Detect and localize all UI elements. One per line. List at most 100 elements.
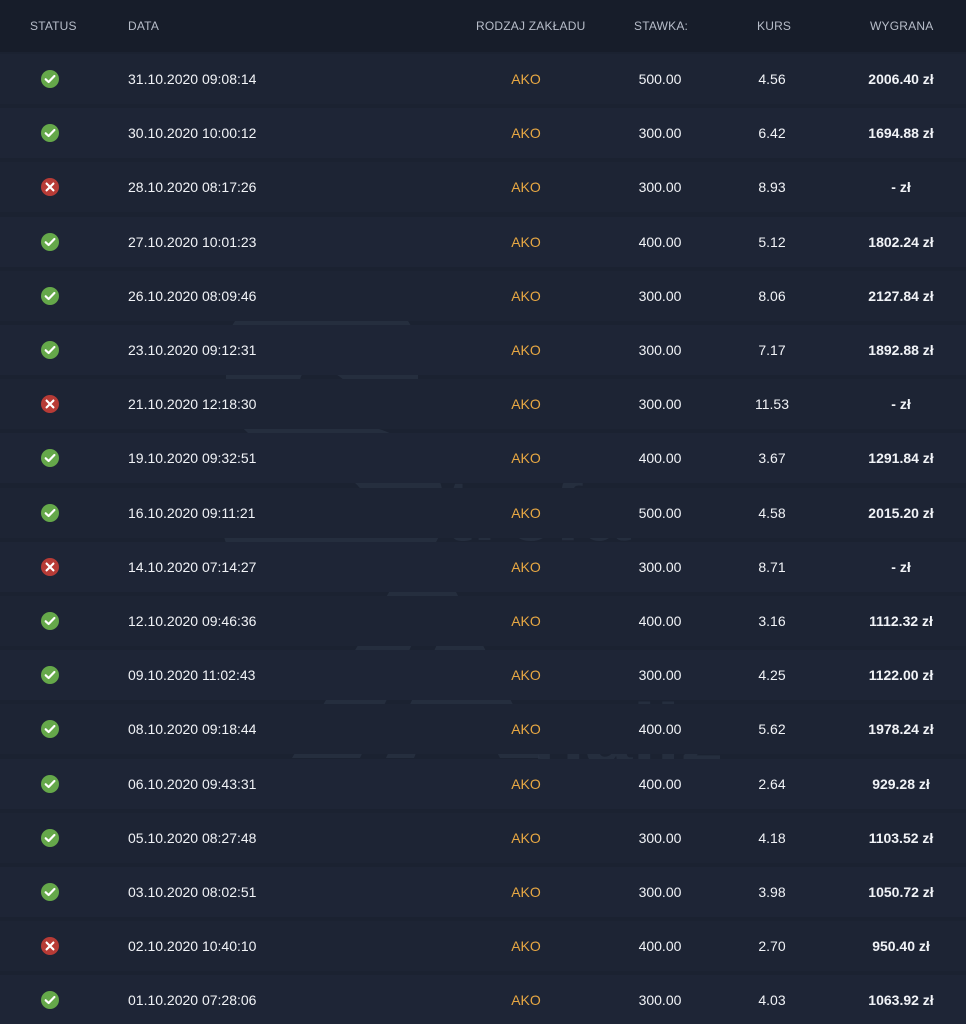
- cell-date: 02.10.2020 10:40:10: [128, 938, 257, 955]
- cell-odds: 6.42: [758, 125, 786, 142]
- check-circle-icon: [40, 232, 60, 252]
- table-row: 28.10.2020 08:17:26 AKO 300.00 8.93 - zł: [0, 162, 966, 213]
- header-stake: STAWKA:: [634, 19, 689, 33]
- cell-stake: 400.00: [638, 721, 682, 738]
- header-date: DATA: [128, 19, 160, 33]
- check-circle-icon: [40, 719, 60, 739]
- check-circle-icon: [40, 340, 60, 360]
- table-row: 12.10.2020 09:46:36 AKO 400.00 3.16 1112.32 …: [0, 596, 966, 646]
- cell-stake: 300.00: [638, 125, 682, 142]
- cell-status: [40, 379, 64, 429]
- cell-bet-type: AKO: [511, 71, 541, 87]
- check-circle-icon: [40, 665, 60, 685]
- cell-odds: 3.98: [758, 884, 786, 900]
- cell-date: 14.10.2020 07:14:27: [128, 558, 257, 575]
- cell-stake: 400.00: [638, 938, 682, 955]
- cell-winnings: 1050.72 zł: [868, 884, 934, 900]
- cell-stake: 300.00: [638, 179, 682, 196]
- cell-odds: 7.17: [758, 342, 786, 358]
- x-circle-icon: [40, 394, 60, 414]
- cell-bet-type: AKO: [511, 342, 541, 358]
- check-circle-icon: [40, 503, 60, 523]
- cell-date: 12.10.2020 09:46:36: [128, 613, 257, 629]
- cell-odds: 4.58: [758, 504, 786, 521]
- cell-odds: 5.62: [758, 721, 786, 738]
- table-row: 06.10.2020 09:43:31 AKO 400.00 2.64 929.28 z…: [0, 758, 966, 809]
- cell-bet-type: AKO: [511, 233, 541, 250]
- cell-winnings: - zł: [891, 396, 911, 413]
- header-bet-type: RODZAJ ZAKŁADU: [476, 19, 586, 33]
- table-row: 08.10.2020 09:18:44 AKO 400.00 5.62 1978.24 …: [0, 704, 966, 755]
- cell-date: 19.10.2020 09:32:51: [128, 450, 257, 467]
- cell-status: [40, 542, 64, 592]
- cell-stake: 300.00: [638, 884, 682, 900]
- check-circle-icon: [40, 123, 60, 143]
- cell-stake: 500.00: [638, 504, 682, 521]
- table-row: 19.10.2020 09:32:51 AKO 400.00 3.67 1291.84 …: [0, 433, 966, 484]
- cell-status: [40, 867, 64, 917]
- cell-bet-type: AKO: [511, 558, 541, 575]
- cell-date: 08.10.2020 09:18:44: [128, 721, 257, 738]
- cell-winnings: 1063.92 zł: [868, 992, 934, 1009]
- cell-date: 09.10.2020 11:02:43: [128, 667, 256, 684]
- cell-status: [40, 759, 64, 809]
- cell-stake: 400.00: [638, 775, 682, 792]
- cell-status: [40, 704, 64, 754]
- table-row: 26.10.2020 08:09:46 AKO 300.00 8.06 2127.84 …: [0, 270, 966, 321]
- check-circle-icon: [40, 286, 60, 306]
- check-circle-icon: [40, 990, 60, 1010]
- cell-date: 01.10.2020 07:28:06: [128, 992, 257, 1009]
- x-circle-icon: [40, 936, 60, 956]
- cell-winnings: 950.40 zł: [872, 938, 930, 955]
- cell-date: 23.10.2020 09:12:31: [128, 342, 257, 358]
- cell-odds: 5.12: [758, 233, 786, 250]
- cell-winnings: 1892.88 zł: [868, 342, 934, 358]
- table-row: 23.10.2020 09:12:31 AKO 300.00 7.17 1892.88 …: [0, 325, 966, 375]
- cell-stake: 300.00: [638, 992, 682, 1009]
- cell-status: [40, 975, 64, 1024]
- cell-odds: 4.56: [758, 71, 786, 87]
- cell-winnings: 1291.84 zł: [868, 450, 934, 467]
- cell-stake: 300.00: [638, 396, 682, 413]
- cell-date: 05.10.2020 08:27:48: [128, 829, 257, 846]
- cell-winnings: - zł: [891, 558, 911, 575]
- cell-bet-type: AKO: [511, 667, 541, 684]
- cell-status: [40, 271, 64, 321]
- cell-status: [40, 921, 64, 971]
- cell-winnings: 1112.32 zł: [869, 613, 933, 629]
- header-odds: KURS: [757, 19, 792, 33]
- cell-bet-type: AKO: [511, 287, 541, 304]
- cell-winnings: 1694.88 zł: [868, 125, 934, 142]
- cell-winnings: 1103.52 zł: [868, 829, 934, 846]
- cell-odds: 4.18: [758, 829, 786, 846]
- cell-status: [40, 162, 64, 212]
- cell-date: 21.10.2020 12:18:30: [128, 396, 257, 413]
- cell-odds: 3.16: [758, 613, 786, 629]
- cell-date: 31.10.2020 09:08:14: [128, 71, 257, 87]
- cell-date: 28.10.2020 08:17:26: [128, 179, 257, 196]
- cell-bet-type: AKO: [511, 125, 541, 142]
- table-row: 02.10.2020 10:40:10 AKO 400.00 2.70 950.40 z…: [0, 921, 966, 972]
- cell-status: [40, 54, 64, 104]
- cell-winnings: 929.28 zł: [872, 775, 930, 792]
- cell-status: [40, 813, 64, 863]
- cell-bet-type: AKO: [511, 992, 541, 1009]
- cell-stake: 300.00: [638, 829, 682, 846]
- cell-stake: 400.00: [638, 233, 682, 250]
- cell-bet-type: AKO: [511, 721, 541, 738]
- check-circle-icon: [40, 611, 60, 631]
- cell-odds: 3.67: [758, 450, 786, 467]
- x-circle-icon: [40, 177, 60, 197]
- cell-date: 03.10.2020 08:02:51: [128, 884, 257, 900]
- cell-winnings: 2127.84 zł: [868, 287, 934, 304]
- cell-odds: 8.06: [758, 287, 786, 304]
- cell-bet-type: AKO: [511, 829, 541, 846]
- table-row: 03.10.2020 08:02:51 AKO 300.00 3.98 1050.72 …: [0, 867, 966, 917]
- cell-odds: 8.93: [758, 179, 786, 196]
- cell-bet-type: AKO: [511, 504, 541, 521]
- bets-history-table: STATUS DATA RODZAJ ZAKŁADU STAWKA: KURS …: [0, 0, 966, 1024]
- table-row: 01.10.2020 07:28:06 AKO 300.00 4.03 1063.92 …: [0, 975, 966, 1024]
- table-row: 30.10.2020 10:00:12 AKO 300.00 6.42 1694.88 …: [0, 108, 966, 159]
- cell-bet-type: AKO: [511, 938, 541, 955]
- table-row: 27.10.2020 10:01:23 AKO 400.00 5.12 1802.24 …: [0, 216, 966, 267]
